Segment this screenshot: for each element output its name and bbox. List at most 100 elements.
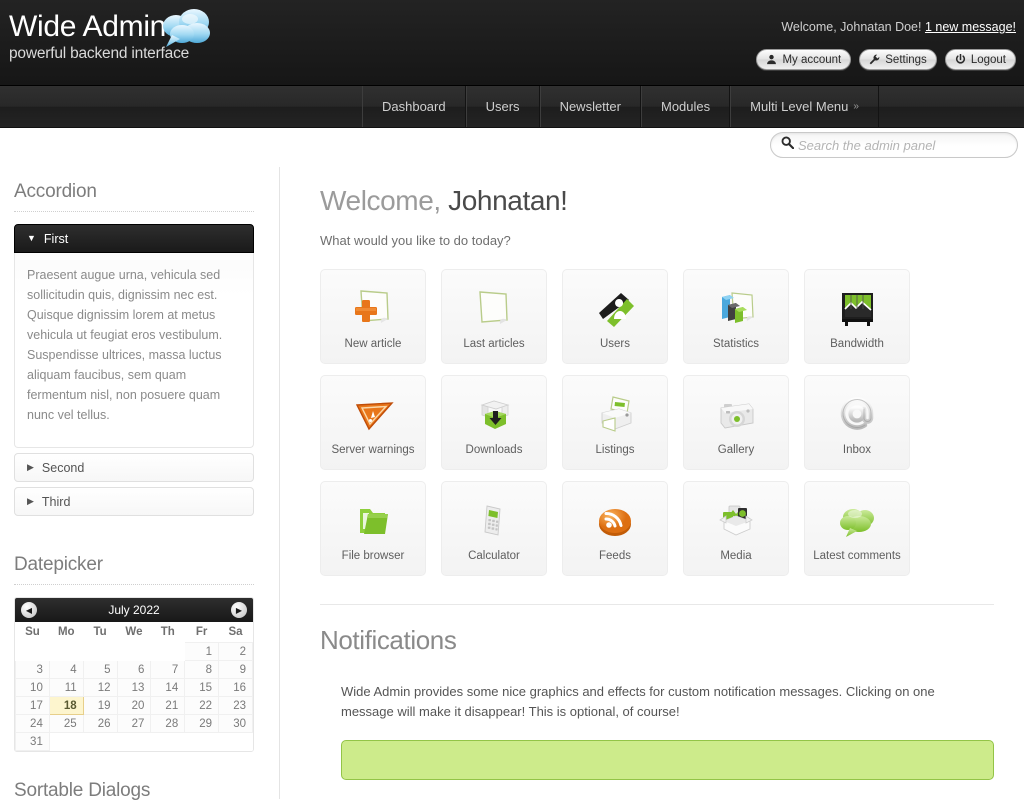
datepicker-day-cell[interactable]: 1 [184,642,220,661]
datepicker-day-cell[interactable]: 29 [184,714,220,733]
datepicker-day-cell[interactable]: 31 [15,732,50,751]
tile-feeds[interactable]: Feeds [562,481,668,576]
accordion: ▼ First Praesent augue urna, vehicula se… [14,224,254,516]
page-body: Accordion ▼ First Praesent augue urna, v… [0,167,1024,800]
datepicker-week-row: 24 25 26 27 28 29 30 [15,714,253,733]
welcome-greeting: Welcome, Johnatan Doe! 1 new message! [781,20,1016,34]
tile-calculator[interactable]: Calculator [441,481,547,576]
accordion-header-second[interactable]: ▶ Second [14,453,254,482]
datepicker-day-cell[interactable]: 30 [218,714,253,733]
search-container[interactable] [770,132,1018,158]
power-icon [955,54,966,65]
tile-file-browser[interactable]: File browser [320,481,426,576]
datepicker-day-cell[interactable]: 10 [15,678,50,697]
tile-label: Feeds [599,550,631,562]
nav-item-users[interactable]: Users [465,86,540,127]
datepicker-week-row: 12 [15,642,253,661]
accordion-body-text: Praesent augue urna, vehicula sed sollic… [27,268,223,422]
datepicker-day-cell[interactable]: 11 [48,678,84,697]
tile-label: Calculator [468,550,520,562]
search-icon [781,136,795,154]
tile-inbox[interactable]: Inbox [804,375,910,470]
weekday-label: Th [160,626,175,638]
datepicker-day-cell[interactable]: 12 [82,678,118,697]
datepicker-header: ◀ July 2022 ▶ [15,598,253,622]
datepicker-week-row: 3456789 [15,660,253,679]
address-book-icon [589,280,641,336]
datepicker-body: 1 2 3 4 5 6 7 8 9 10 11 12 13 14 15 16 17 18 19 20 21 22 23 24 2… [15,642,253,751]
datepicker-day-cell[interactable]: 23 [218,696,253,715]
datepicker-day-cell[interactable]: 25 [48,714,84,733]
shortcut-grid: New article Last articles Users Statisti… [320,269,994,576]
tile-bandwidth[interactable]: Bandwidth [804,269,910,364]
nav-item-multi-level-menu[interactable]: Multi Level Menu » [730,86,879,127]
comment-cloud-icon [831,492,883,548]
datepicker-week-row: 31 [15,732,253,751]
tile-gallery[interactable]: Gallery [683,375,789,470]
tile-statistics[interactable]: Statistics [683,269,789,364]
page-header: Wide Admin powerful backend interface We… [0,0,1024,86]
datepicker-day-cell[interactable]: 9 [218,660,253,679]
datepicker-day-cell[interactable]: 24 [15,714,50,733]
tile-latest-comments[interactable]: Latest comments [804,481,910,576]
datepicker-day-cell[interactable]: 7 [150,660,186,679]
tile-last-articles[interactable]: Last articles [441,269,547,364]
datepicker-day-cell[interactable]: 4 [48,660,84,679]
search-input[interactable] [798,137,1017,153]
datepicker-day-cell[interactable]: 2 [218,642,253,661]
bar-chart-icon [710,280,762,336]
datepicker-day-cell[interactable]: 13 [116,678,152,697]
nav-item-dashboard[interactable]: Dashboard [362,86,466,127]
notification-message-success[interactable] [341,740,994,780]
my-account-button[interactable]: My account [756,49,852,70]
tile-label: Downloads [465,444,523,456]
datepicker-day-cell[interactable]: 5 [82,660,118,679]
nav-label: Dashboard [382,99,446,114]
chevron-down-icon: ▼ [27,233,36,243]
datepicker-day-cell[interactable]: 21 [150,696,186,715]
shortcut-row: Server warnings Downloads Listings Galle… [320,375,994,470]
welcome-prefix: Welcome, [320,185,449,216]
datepicker-day-cell[interactable]: 18 [48,696,84,715]
datepicker-day-cell[interactable]: 6 [116,660,152,679]
datepicker-day-cell[interactable]: 27 [116,714,152,733]
datepicker-next-button[interactable]: ▶ [231,602,247,618]
datepicker-day-cell[interactable]: 16 [218,678,253,697]
new-message-link[interactable]: 1 new message! [925,20,1016,34]
datepicker-day-cell[interactable]: 15 [184,678,220,697]
datepicker-day-cell[interactable]: 22 [184,696,220,715]
datepicker-day-cell[interactable]: 20 [116,696,152,715]
nav-label: Modules [660,99,711,114]
accordion-header-first[interactable]: ▼ First [14,224,254,253]
area-graph-icon [831,280,883,336]
tile-label: New article [344,338,402,350]
nav-item-newsletter[interactable]: Newsletter [539,86,641,127]
tile-new-article[interactable]: New article [320,269,426,364]
tile-downloads[interactable]: Downloads [441,375,547,470]
header-actions: My account Settings Logout [756,49,1016,70]
tile-users[interactable]: Users [562,269,668,364]
nav-item-modules[interactable]: Modules [640,86,731,127]
datepicker-empty-cell [15,642,50,661]
tile-server-warnings[interactable]: Server warnings [320,375,426,470]
datepicker-day-cell[interactable]: 28 [150,714,186,733]
tile-label: Statistics [712,338,759,350]
media-box-icon [710,492,762,548]
datepicker-empty-cell [83,732,118,751]
datepicker-day-cell[interactable]: 14 [150,678,186,697]
settings-button[interactable]: Settings [859,49,937,70]
accordion-label: Second [41,460,85,475]
weekday-label: Su [25,626,40,638]
datepicker-day-cell[interactable]: 17 [15,696,50,715]
datepicker-day-cell[interactable]: 3 [15,660,50,679]
tile-listings[interactable]: Listings [562,375,668,470]
datepicker-day-cell[interactable]: 8 [184,660,220,679]
tile-media[interactable]: Media [683,481,789,576]
logout-button[interactable]: Logout [944,49,1016,70]
section-divider [320,604,994,605]
accordion-header-third[interactable]: ▶ Third [14,487,254,516]
datepicker-day-cell[interactable]: 19 [82,696,118,715]
welcome-username: Johnatan! [448,185,568,216]
datepicker-prev-button[interactable]: ◀ [21,602,37,618]
datepicker-day-cell[interactable]: 26 [82,714,118,733]
